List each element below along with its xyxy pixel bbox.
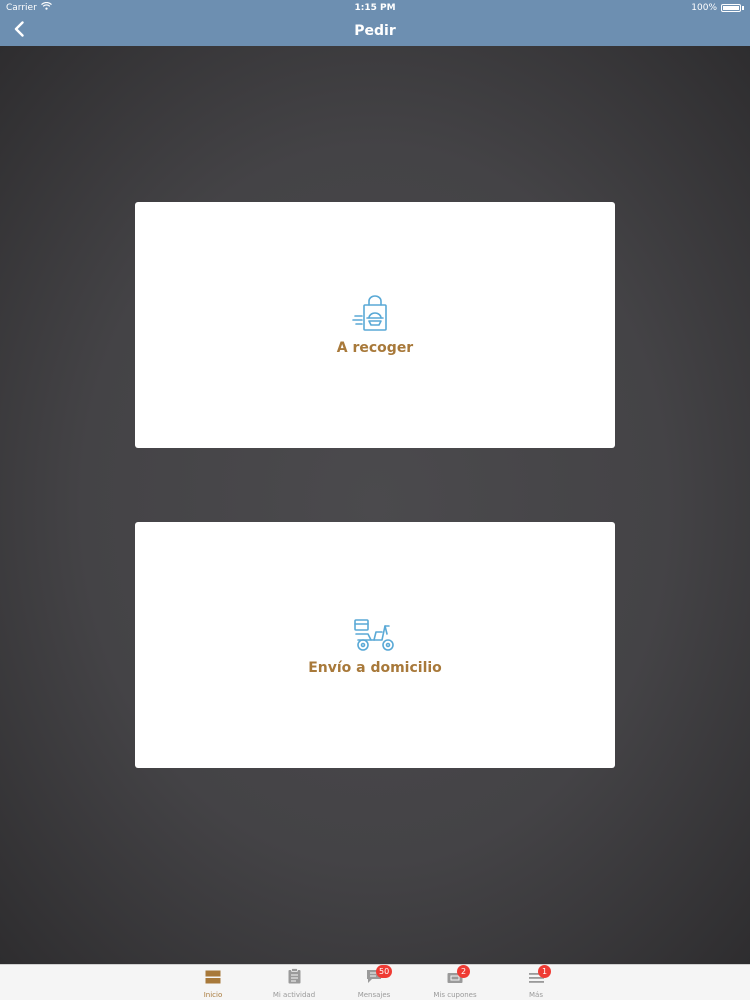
tab-label: Mi actividad (272, 991, 316, 999)
tab-icon-wrap (284, 968, 304, 988)
tab-label: Más (529, 991, 543, 999)
tab-mensajes[interactable]: 50 Mensajes (334, 965, 414, 1000)
tab-icon-wrap (203, 969, 223, 987)
home-icon (205, 969, 221, 988)
delivery-scooter-icon (352, 614, 398, 654)
page-title: Pedir (354, 23, 396, 39)
status-bar: Carrier 1:15 PM 100% (0, 0, 750, 16)
nav-bar: Pedir (0, 16, 750, 46)
tab-mi-actividad[interactable]: Mi actividad (254, 965, 334, 1000)
delivery-option-label: Envío a domicilio (308, 660, 442, 676)
status-right: 100% (691, 0, 744, 16)
tab-mis-cupones[interactable]: 2 Mis cupones (415, 965, 495, 1000)
status-time: 1:15 PM (354, 3, 396, 13)
tab-label: Inicio (203, 991, 223, 999)
coupons-badge: 2 (457, 965, 470, 978)
more-badge: 1 (538, 965, 551, 978)
tab-mas[interactable]: 1 Más (496, 965, 576, 1000)
pickup-option-label: A recoger (336, 340, 414, 356)
tab-label: Mis cupones (433, 991, 477, 999)
battery-icon (721, 4, 741, 12)
tab-bar: Inicio Mi actividad 50 Mensajes 2 Mis cu… (0, 964, 750, 1000)
main-content: A recoger Envío a domicilio (0, 46, 750, 964)
messages-badge: 50 (376, 965, 393, 978)
tab-inicio[interactable]: Inicio (173, 965, 253, 1000)
battery-tip (742, 6, 744, 10)
pickup-bag-icon (352, 294, 398, 334)
tab-icon-wrap: 50 (364, 965, 393, 987)
battery-percent: 100% (691, 3, 717, 13)
tab-icon-wrap: 1 (526, 965, 551, 987)
delivery-option-card[interactable]: Envío a domicilio (135, 522, 615, 768)
clipboard-icon (288, 968, 301, 988)
tab-icon-wrap: 2 (445, 965, 470, 987)
tab-label: Mensajes (357, 991, 391, 999)
top-bar: Carrier 1:15 PM 100% Pedir (0, 0, 750, 46)
pickup-option-card[interactable]: A recoger (135, 202, 615, 448)
